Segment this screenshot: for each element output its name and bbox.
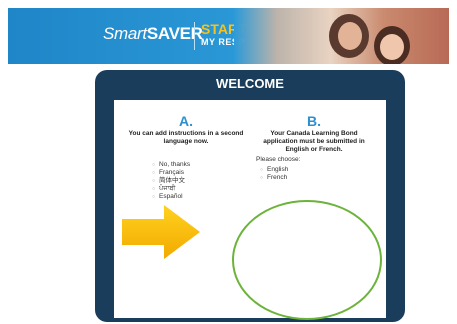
section-a-desc: You can add instructions in a second lan… (128, 130, 244, 145)
choose-prompt: Please choose: (256, 156, 301, 163)
family-photo (234, 8, 449, 64)
welcome-title: WELCOME (216, 76, 284, 91)
brand-divider (194, 22, 195, 50)
application-language-options: English French (260, 166, 288, 182)
option-punjabi[interactable]: ਪੰਜਾਬੀ (152, 185, 190, 193)
highlight-circle (232, 200, 382, 320)
option-no-thanks[interactable]: No, thanks (152, 161, 190, 169)
section-b-desc: Your Canada Learning Bond application mu… (263, 130, 365, 153)
brand-smart: Smart (103, 24, 147, 43)
language-section: A. You can add instructions in a second … (126, 114, 246, 146)
section-b-letter: B. (307, 113, 321, 129)
brand-logo: SmartSAVER (103, 24, 203, 44)
right-arrow-icon[interactable] (122, 205, 200, 259)
header-banner: SmartSAVER START MY RESP (8, 8, 449, 64)
section-a-letter: A. (179, 113, 193, 129)
application-language-section: B. Your Canada Learning Bond application… (254, 114, 374, 154)
option-chinese[interactable]: 简体中文 (152, 177, 190, 185)
option-francais[interactable]: Français (152, 169, 190, 177)
option-espanol[interactable]: Español (152, 193, 190, 201)
option-english[interactable]: English (260, 166, 288, 174)
second-language-options: No, thanks Français 简体中文 ਪੰਜਾਬੀ Español (152, 161, 190, 201)
option-french[interactable]: French (260, 174, 288, 182)
